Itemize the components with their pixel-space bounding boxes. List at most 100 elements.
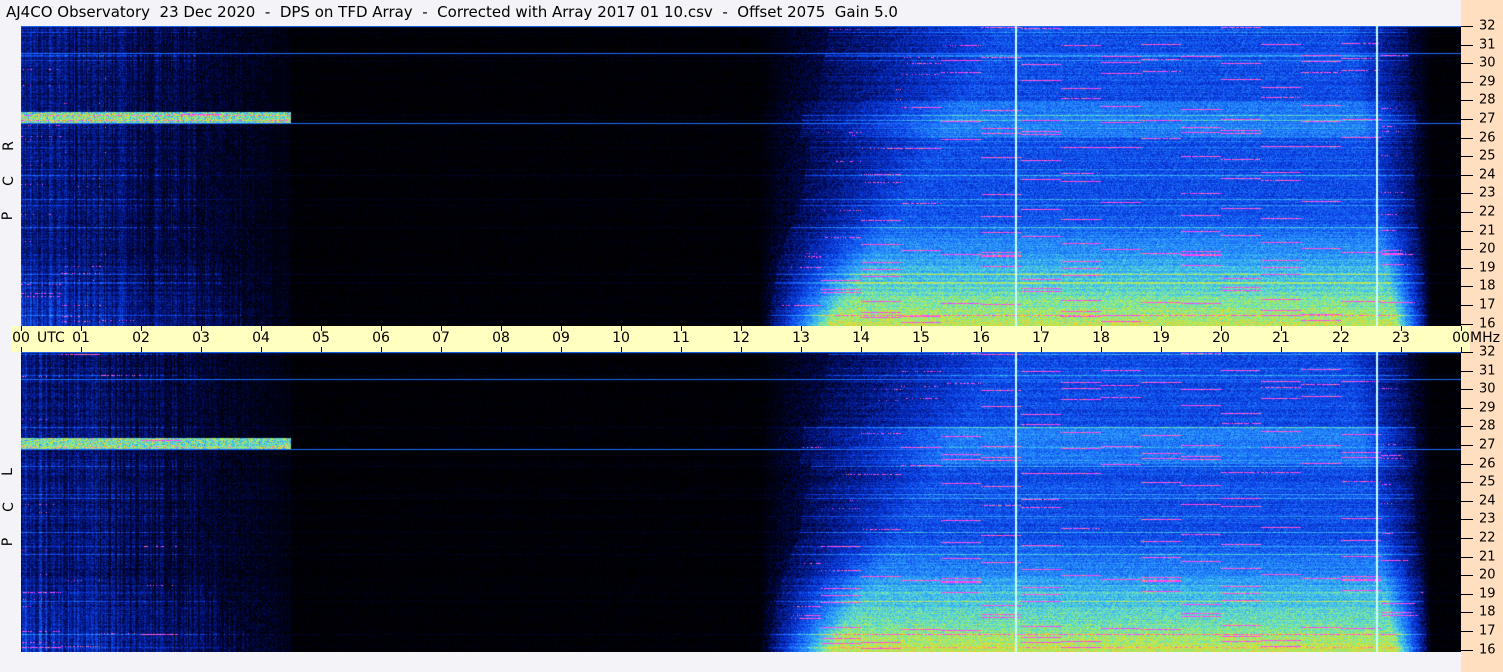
freq-label: 16: [1479, 642, 1496, 658]
hour-tick: [441, 347, 442, 352]
freq-tick: [1461, 137, 1473, 139]
hour-tick: [1401, 347, 1402, 352]
hour-label: 10: [612, 330, 630, 346]
freq-label: 25: [1479, 474, 1496, 490]
freq-tick: [1461, 538, 1473, 539]
freq-label: 26: [1479, 456, 1496, 472]
utc-label: UTC: [37, 330, 65, 346]
freq-tick: [1461, 230, 1473, 232]
freq-label: 25: [1479, 148, 1496, 164]
freq-tick: [1461, 389, 1473, 391]
hour-tick: [81, 347, 82, 352]
freq-tick: [1461, 500, 1473, 502]
freq-label: 17: [1479, 297, 1496, 313]
freq-label: 30: [1479, 55, 1496, 71]
hour-tick: [21, 347, 22, 352]
freq-label: 26: [1479, 130, 1496, 146]
freq-tick: [1461, 352, 1473, 353]
freq-label: 23: [1479, 511, 1496, 527]
hour-label: 21: [1272, 330, 1290, 346]
hour-tick: [321, 347, 322, 352]
polarization-label: R: [0, 141, 17, 151]
freq-label: 27: [1479, 111, 1496, 127]
hour-tick: [261, 347, 262, 352]
freq-label: 22: [1479, 204, 1496, 220]
hour-label: 15: [912, 330, 930, 346]
freq-tick: [1461, 463, 1473, 465]
hour-tick: [1041, 347, 1042, 352]
hour-label: 09: [552, 330, 570, 346]
freq-label: 21: [1479, 549, 1496, 565]
freq-tick: [1461, 631, 1473, 632]
freq-label: 31: [1479, 363, 1496, 379]
freq-label: 30: [1479, 381, 1496, 397]
freq-tick: [1461, 593, 1473, 595]
freq-label: 19: [1479, 586, 1496, 602]
hour-tick: [1221, 347, 1222, 352]
hour-tick: [621, 347, 622, 352]
hour-label: 03: [192, 330, 210, 346]
hour-tick: [1281, 347, 1282, 352]
polarization-label: L: [0, 468, 16, 476]
freq-tick: [1461, 26, 1473, 27]
hour-tick: [741, 347, 742, 352]
hour-label: 16: [972, 330, 990, 346]
freq-tick: [1461, 44, 1473, 46]
freq-tick: [1461, 193, 1473, 195]
freq-tick: [1461, 649, 1473, 651]
freq-label: 20: [1479, 567, 1496, 583]
freq-label: 18: [1479, 604, 1496, 620]
hour-tick: [1161, 347, 1162, 352]
hour-tick: [501, 347, 502, 352]
hour-label: 12: [732, 330, 750, 346]
hour-label: 23: [1392, 330, 1410, 346]
freq-tick: [1461, 370, 1473, 372]
freq-tick: [1461, 267, 1473, 269]
hour-tick: [381, 347, 382, 352]
polarization-label: C: [0, 502, 17, 512]
hour-label: 22: [1332, 330, 1350, 346]
freq-tick: [1461, 426, 1473, 428]
freq-tick: [1461, 323, 1473, 325]
hour-tick: [801, 347, 802, 352]
freq-label: 16: [1479, 316, 1496, 332]
freq-label: 19: [1479, 260, 1496, 276]
hour-label: 14: [852, 330, 870, 346]
hour-label: 05: [312, 330, 330, 346]
freq-label: 28: [1479, 92, 1496, 108]
hour-tick: [681, 347, 682, 352]
hour-tick: [201, 347, 202, 352]
freq-tick: [1461, 174, 1473, 176]
freq-tick: [1461, 305, 1473, 306]
hour-label: 08: [492, 330, 510, 346]
freq-label: 24: [1479, 493, 1496, 509]
chart-title: AJ4CO Observatory 23 Dec 2020 - DPS on T…: [6, 3, 898, 21]
freq-tick: [1461, 482, 1473, 484]
rcp-spectrogram: [21, 26, 1461, 326]
freq-label: 21: [1479, 223, 1496, 239]
freq-tick: [1461, 519, 1473, 521]
freq-tick: [1461, 119, 1473, 120]
hour-tick: [981, 347, 982, 352]
hour-label: 19: [1152, 330, 1170, 346]
freq-tick: [1461, 556, 1473, 558]
freq-label: 29: [1479, 74, 1496, 90]
polarization-label: P: [0, 211, 17, 221]
hour-label: 04: [252, 330, 270, 346]
freq-tick: [1461, 445, 1473, 446]
freq-tick: [1461, 249, 1473, 251]
freq-label: 17: [1479, 623, 1496, 639]
hour-label: 00: [12, 330, 30, 346]
freq-label: 28: [1479, 418, 1496, 434]
freq-label: 32: [1479, 344, 1496, 360]
freq-label: 20: [1479, 241, 1496, 257]
freq-label: 18: [1479, 278, 1496, 294]
hour-label: 06: [372, 330, 390, 346]
freq-tick: [1461, 100, 1473, 102]
hour-tick: [921, 347, 922, 352]
hour-label: 01: [72, 330, 90, 346]
freq-tick: [1461, 63, 1473, 65]
hour-label: 00: [1452, 330, 1470, 346]
freq-tick: [1461, 407, 1473, 409]
hour-label: 07: [432, 330, 450, 346]
